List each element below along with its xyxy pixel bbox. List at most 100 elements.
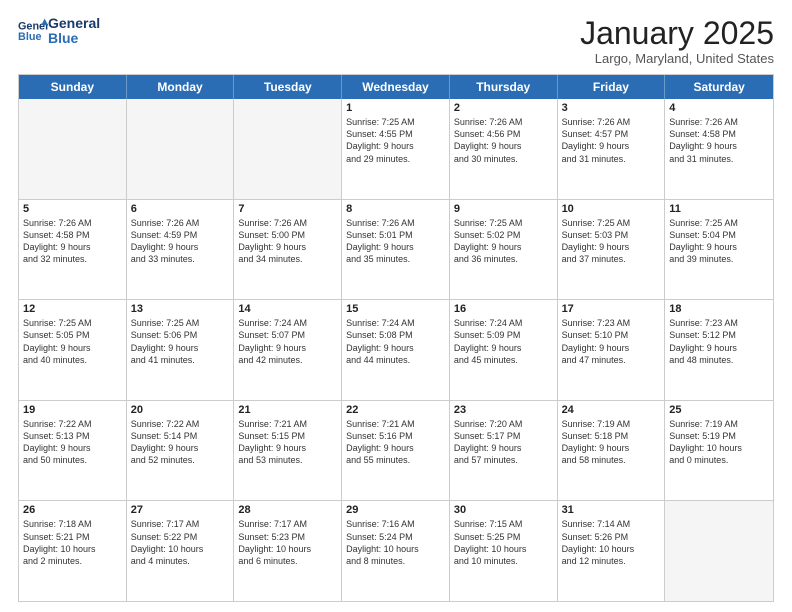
logo-icon: General Blue — [18, 18, 48, 44]
day-cell-2: 2 Sunrise: 7:26 AM Sunset: 4:56 PM Daylig… — [450, 99, 558, 199]
day-info: Sunrise: 7:22 AM Sunset: 5:13 PM Dayligh… — [23, 418, 122, 467]
day-info: Sunrise: 7:25 AM Sunset: 5:04 PM Dayligh… — [669, 217, 769, 266]
calendar-row-4: 19 Sunrise: 7:22 AM Sunset: 5:13 PM Dayli… — [19, 401, 773, 502]
day-info: Sunrise: 7:22 AM Sunset: 5:14 PM Dayligh… — [131, 418, 230, 467]
day-info: Sunrise: 7:18 AM Sunset: 5:21 PM Dayligh… — [23, 518, 122, 567]
day-cell-1: 1Sunrise: 7:25 AM Sunset: 4:55 PM Daylig… — [342, 99, 450, 199]
day-number: 6 — [131, 203, 230, 215]
calendar-header: SundayMondayTuesdayWednesdayThursdayFrid… — [19, 75, 773, 99]
day-number: 27 — [131, 504, 230, 516]
day-info: Sunrise: 7:24 AM Sunset: 5:07 PM Dayligh… — [238, 317, 337, 366]
day-info: Sunrise: 7:25 AM Sunset: 5:05 PM Dayligh… — [23, 317, 122, 366]
calendar-row-5: 26 Sunrise: 7:18 AM Sunset: 5:21 PM Dayli… — [19, 501, 773, 601]
day-number: 16 — [454, 303, 553, 315]
day-number: 15 — [346, 303, 445, 315]
empty-cell-r0c0 — [19, 99, 127, 199]
day-cell-4: 4 Sunrise: 7:26 AM Sunset: 4:58 PM Daylig… — [665, 99, 773, 199]
day-info: Sunrise: 7:23 AM Sunset: 5:12 PM Dayligh… — [669, 317, 769, 366]
day-info: Sunrise: 7:16 AM Sunset: 5:24 PM Dayligh… — [346, 518, 445, 567]
title-block: January 2025 Largo, Maryland, United Sta… — [580, 16, 774, 66]
day-number: 4 — [669, 102, 769, 114]
month-title: January 2025 — [580, 16, 774, 51]
day-number: 12 — [23, 303, 122, 315]
day-cell-15: 15Sunrise: 7:24 AM Sunset: 5:08 PM Dayli… — [342, 300, 450, 400]
day-info: Sunrise: 7:25 AM Sunset: 5:02 PM Dayligh… — [454, 217, 553, 266]
day-number: 25 — [669, 404, 769, 416]
day-info: Sunrise: 7:26 AM Sunset: 4:59 PM Dayligh… — [131, 217, 230, 266]
day-number: 2 — [454, 102, 553, 114]
day-info: Sunrise: 7:14 AM Sunset: 5:26 PM Dayligh… — [562, 518, 661, 567]
day-cell-21: 21 Sunrise: 7:21 AM Sunset: 5:15 PM Dayli… — [234, 401, 342, 501]
logo: General Blue General Blue — [18, 16, 100, 47]
day-number: 22 — [346, 404, 445, 416]
day-info: Sunrise: 7:26 AM Sunset: 4:56 PM Dayligh… — [454, 116, 553, 165]
empty-cell-r4c6 — [665, 501, 773, 601]
day-info: Sunrise: 7:15 AM Sunset: 5:25 PM Dayligh… — [454, 518, 553, 567]
day-cell-16: 16 Sunrise: 7:24 AM Sunset: 5:09 PM Dayli… — [450, 300, 558, 400]
day-number: 9 — [454, 203, 553, 215]
calendar-row-1: 1Sunrise: 7:25 AM Sunset: 4:55 PM Daylig… — [19, 99, 773, 200]
day-number: 11 — [669, 203, 769, 215]
day-info: Sunrise: 7:20 AM Sunset: 5:17 PM Dayligh… — [454, 418, 553, 467]
day-number: 24 — [562, 404, 661, 416]
day-number: 26 — [23, 504, 122, 516]
weekday-header-tuesday: Tuesday — [234, 75, 342, 99]
day-cell-26: 26 Sunrise: 7:18 AM Sunset: 5:21 PM Dayli… — [19, 501, 127, 601]
day-info: Sunrise: 7:17 AM Sunset: 5:23 PM Dayligh… — [238, 518, 337, 567]
day-number: 20 — [131, 404, 230, 416]
day-cell-11: 11 Sunrise: 7:25 AM Sunset: 5:04 PM Dayli… — [665, 200, 773, 300]
day-info: Sunrise: 7:23 AM Sunset: 5:10 PM Dayligh… — [562, 317, 661, 366]
day-number: 28 — [238, 504, 337, 516]
weekday-header-monday: Monday — [127, 75, 235, 99]
day-cell-23: 23 Sunrise: 7:20 AM Sunset: 5:17 PM Dayli… — [450, 401, 558, 501]
weekday-header-wednesday: Wednesday — [342, 75, 450, 99]
calendar: SundayMondayTuesdayWednesdayThursdayFrid… — [18, 74, 774, 602]
day-cell-20: 20 Sunrise: 7:22 AM Sunset: 5:14 PM Dayli… — [127, 401, 235, 501]
day-cell-7: 7 Sunrise: 7:26 AM Sunset: 5:00 PM Daylig… — [234, 200, 342, 300]
day-cell-30: 30Sunrise: 7:15 AM Sunset: 5:25 PM Dayli… — [450, 501, 558, 601]
day-cell-9: 9 Sunrise: 7:25 AM Sunset: 5:02 PM Daylig… — [450, 200, 558, 300]
day-info: Sunrise: 7:25 AM Sunset: 5:06 PM Dayligh… — [131, 317, 230, 366]
day-info: Sunrise: 7:21 AM Sunset: 5:15 PM Dayligh… — [238, 418, 337, 467]
empty-cell-r0c1 — [127, 99, 235, 199]
day-cell-31: 31 Sunrise: 7:14 AM Sunset: 5:26 PM Dayli… — [558, 501, 666, 601]
day-number: 17 — [562, 303, 661, 315]
day-info: Sunrise: 7:19 AM Sunset: 5:18 PM Dayligh… — [562, 418, 661, 467]
day-number: 8 — [346, 203, 445, 215]
day-number: 18 — [669, 303, 769, 315]
day-cell-22: 22Sunrise: 7:21 AM Sunset: 5:16 PM Dayli… — [342, 401, 450, 501]
day-cell-24: 24 Sunrise: 7:19 AM Sunset: 5:18 PM Dayli… — [558, 401, 666, 501]
day-info: Sunrise: 7:26 AM Sunset: 4:58 PM Dayligh… — [23, 217, 122, 266]
logo-blue: Blue — [48, 31, 100, 46]
svg-text:Blue: Blue — [18, 32, 41, 44]
day-number: 21 — [238, 404, 337, 416]
day-cell-10: 10Sunrise: 7:25 AM Sunset: 5:03 PM Dayli… — [558, 200, 666, 300]
day-info: Sunrise: 7:17 AM Sunset: 5:22 PM Dayligh… — [131, 518, 230, 567]
day-cell-6: 6 Sunrise: 7:26 AM Sunset: 4:59 PM Daylig… — [127, 200, 235, 300]
day-info: Sunrise: 7:19 AM Sunset: 5:19 PM Dayligh… — [669, 418, 769, 467]
day-cell-18: 18 Sunrise: 7:23 AM Sunset: 5:12 PM Dayli… — [665, 300, 773, 400]
day-number: 29 — [346, 504, 445, 516]
weekday-header-friday: Friday — [558, 75, 666, 99]
day-cell-8: 8 Sunrise: 7:26 AM Sunset: 5:01 PM Daylig… — [342, 200, 450, 300]
day-info: Sunrise: 7:26 AM Sunset: 4:58 PM Dayligh… — [669, 116, 769, 165]
calendar-row-3: 12 Sunrise: 7:25 AM Sunset: 5:05 PM Dayli… — [19, 300, 773, 401]
calendar-container: General Blue General Blue January 2025 L… — [0, 0, 792, 612]
day-cell-28: 28 Sunrise: 7:17 AM Sunset: 5:23 PM Dayli… — [234, 501, 342, 601]
day-cell-3: 3Sunrise: 7:26 AM Sunset: 4:57 PM Daylig… — [558, 99, 666, 199]
logo-general: General — [48, 16, 100, 31]
day-info: Sunrise: 7:26 AM Sunset: 5:00 PM Dayligh… — [238, 217, 337, 266]
day-number: 19 — [23, 404, 122, 416]
day-info: Sunrise: 7:26 AM Sunset: 4:57 PM Dayligh… — [562, 116, 661, 165]
day-number: 23 — [454, 404, 553, 416]
empty-cell-r0c2 — [234, 99, 342, 199]
day-number: 10 — [562, 203, 661, 215]
day-number: 7 — [238, 203, 337, 215]
weekday-header-sunday: Sunday — [19, 75, 127, 99]
day-info: Sunrise: 7:26 AM Sunset: 5:01 PM Dayligh… — [346, 217, 445, 266]
day-cell-29: 29 Sunrise: 7:16 AM Sunset: 5:24 PM Dayli… — [342, 501, 450, 601]
day-cell-19: 19 Sunrise: 7:22 AM Sunset: 5:13 PM Dayli… — [19, 401, 127, 501]
day-info: Sunrise: 7:24 AM Sunset: 5:09 PM Dayligh… — [454, 317, 553, 366]
day-number: 31 — [562, 504, 661, 516]
day-cell-27: 27 Sunrise: 7:17 AM Sunset: 5:22 PM Dayli… — [127, 501, 235, 601]
